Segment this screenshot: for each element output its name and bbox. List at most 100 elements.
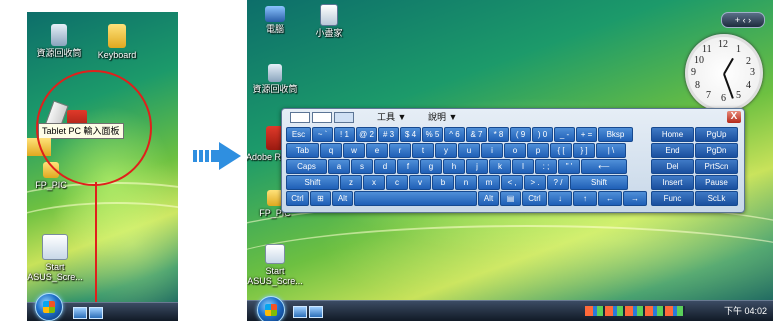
keyboard-key[interactable]: n <box>455 175 477 190</box>
keyboard-key[interactable]: l <box>512 159 534 174</box>
taskbar-clock[interactable]: 下午 04:02 <box>724 304 767 318</box>
keyboard-key[interactable]: @ 2 <box>356 127 377 142</box>
keyboard-key[interactable]: Shift <box>570 175 628 190</box>
keyboard-key[interactable]: ( 9 <box>510 127 531 142</box>
character-pad-mode-button[interactable] <box>312 112 332 123</box>
close-button[interactable]: X <box>727 111 741 123</box>
keyboard-key[interactable]: < , <box>501 175 523 190</box>
keyboard-key[interactable]: # 3 <box>378 127 399 142</box>
keyboard-key[interactable]: a <box>328 159 350 174</box>
start-button[interactable] <box>35 293 63 321</box>
keyboard-key[interactable]: ↓ <box>548 191 572 206</box>
keyboard-key[interactable]: { [ <box>550 143 572 158</box>
keyboard-key[interactable]: p <box>527 143 549 158</box>
keyboard-key[interactable]: e <box>366 143 388 158</box>
keyboard-key[interactable]: _ - <box>554 127 575 142</box>
start-asus-icon[interactable]: Start ASUS_Scre... <box>247 244 305 286</box>
tablet-pc-input-panel: 工具 ▼ 說明 ▼ X Esc ~ `! 1 @ 2 # 3 $ 4% 5 ^ 6 & 7 *… <box>281 108 745 213</box>
keyboard-key[interactable]: ~ ` <box>312 127 333 142</box>
keyboard-key[interactable]: b <box>432 175 454 190</box>
keyboard-nav-key[interactable]: PrtScn <box>695 159 738 174</box>
keyboard-key[interactable]: x <box>363 175 385 190</box>
keyboard-nav-key[interactable]: PgDn <box>695 143 738 158</box>
keyboard-key[interactable]: : ; <box>535 159 557 174</box>
keyboard-key[interactable]: ^ 6 <box>444 127 465 142</box>
keyboard-key[interactable]: % 5 <box>422 127 443 142</box>
keyboard-key[interactable]: t <box>412 143 434 158</box>
keyboard-key[interactable]: → <box>623 191 647 206</box>
computer-icon[interactable]: 電腦 <box>247 6 305 34</box>
keyboard-key[interactable]: | \ <box>596 143 626 158</box>
keyboard-key[interactable]: Ctrl <box>522 191 547 206</box>
keyboard-key[interactable]: h <box>443 159 465 174</box>
keyboard-nav-key[interactable]: End <box>651 143 694 158</box>
quick-launch-icon[interactable] <box>309 306 323 318</box>
keyboard-nav-key[interactable]: PgUp <box>695 127 738 142</box>
keyboard-key[interactable]: ← <box>598 191 622 206</box>
help-menu[interactable]: 說明 ▼ <box>428 111 457 123</box>
keyboard-key[interactable]: ! 1 <box>334 127 355 142</box>
keyboard-key[interactable]: ⟵ <box>581 159 627 174</box>
keyboard-key[interactable]: s <box>351 159 373 174</box>
keyboard-key[interactable]: * 8 <box>488 127 509 142</box>
keyboard-key[interactable]: Ctrl <box>286 191 309 206</box>
keyboard-key[interactable]: Alt <box>478 191 499 206</box>
keyboard-key[interactable]: Shift <box>286 175 339 190</box>
recycle-bin-icon[interactable]: 資源回收筒 <box>247 64 305 94</box>
tools-menu[interactable]: 工具 ▼ <box>377 111 406 123</box>
start-button[interactable] <box>257 296 285 321</box>
keyboard-key[interactable]: ↑ <box>573 191 597 206</box>
keyboard-nav-key[interactable]: Insert <box>651 175 694 190</box>
keyboard-key[interactable]: } ] <box>573 143 595 158</box>
keyboard-key[interactable]: d <box>374 159 396 174</box>
keyboard-key[interactable]: Caps <box>286 159 327 174</box>
quick-launch-icon[interactable] <box>293 306 307 318</box>
keyboard-key[interactable]: y <box>435 143 457 158</box>
keyboard-key[interactable]: i <box>481 143 503 158</box>
keyboard-nav-key[interactable]: Del <box>651 159 694 174</box>
recycle-bin-icon[interactable]: 資源回收筒 <box>29 24 89 58</box>
sidebar-controls[interactable]: + ‹ › <box>721 12 765 28</box>
icon-label: 資源回收筒 <box>36 48 82 58</box>
keyboard-mode-button[interactable] <box>334 112 354 123</box>
clock-number: 8 <box>695 80 700 91</box>
keyboard-key[interactable]: Esc <box>286 127 311 142</box>
keyboard-key[interactable]: $ 4 <box>400 127 421 142</box>
keyboard-key[interactable]: Tab <box>286 143 319 158</box>
keyboard-key[interactable]: ? / <box>547 175 569 190</box>
keyboard-key[interactable] <box>354 191 477 206</box>
keyboard-key[interactable]: m <box>478 175 500 190</box>
keyboard-key[interactable]: Alt <box>332 191 353 206</box>
keyboard-key[interactable]: q <box>320 143 342 158</box>
folder-icon[interactable]: Keyboard <box>87 24 147 60</box>
keyboard-key[interactable]: u <box>458 143 480 158</box>
keyboard-key[interactable]: r <box>389 143 411 158</box>
keyboard-key[interactable]: " ' <box>558 159 580 174</box>
keyboard-nav-key[interactable]: Pause <box>695 175 738 190</box>
keyboard-key[interactable]: ) 0 <box>532 127 553 142</box>
keyboard-key[interactable]: c <box>386 175 408 190</box>
keyboard-key[interactable]: k <box>489 159 511 174</box>
quick-launch-icon[interactable] <box>89 307 103 319</box>
keyboard-key[interactable]: ⊞ <box>310 191 331 206</box>
keyboard-key[interactable]: + = <box>576 127 597 142</box>
keyboard-key[interactable]: v <box>409 175 431 190</box>
writing-pad-mode-button[interactable] <box>290 112 310 123</box>
keyboard-key[interactable]: g <box>420 159 442 174</box>
system-tray-icons[interactable] <box>585 306 685 316</box>
keyboard-key[interactable]: f <box>397 159 419 174</box>
keyboard-key[interactable]: o <box>504 143 526 158</box>
keyboard-nav-key[interactable]: Home <box>651 127 694 142</box>
quick-launch-icon[interactable] <box>73 307 87 319</box>
keyboard-key[interactable]: & 7 <box>466 127 487 142</box>
keyboard-key[interactable]: z <box>340 175 362 190</box>
keyboard-key[interactable]: Bksp <box>598 127 633 142</box>
keyboard-key[interactable]: w <box>343 143 365 158</box>
keyboard-nav-key[interactable]: ScLk <box>695 191 738 206</box>
keyboard-key[interactable]: > . <box>524 175 546 190</box>
keyboard-key[interactable]: ▤ <box>500 191 521 206</box>
keyboard-key[interactable]: j <box>466 159 488 174</box>
mini-utility-icon[interactable]: 小盡家 <box>299 4 359 38</box>
start-asus-icon[interactable]: Start ASUS_Scre... <box>27 234 85 282</box>
keyboard-nav-key[interactable]: Func <box>651 191 694 206</box>
